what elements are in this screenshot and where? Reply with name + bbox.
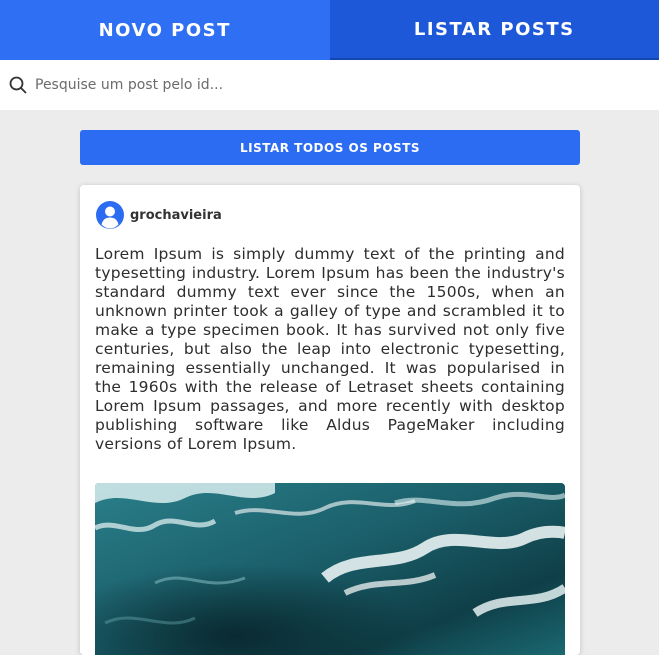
search-bar	[0, 60, 659, 110]
author-name[interactable]: grochavieira	[130, 208, 222, 223]
search-icon	[9, 76, 27, 94]
tab-bar: NOVO POST LISTAR POSTS	[0, 0, 659, 60]
tab-new-post[interactable]: NOVO POST	[0, 0, 330, 60]
post-image	[95, 483, 565, 655]
search-input[interactable]	[35, 77, 635, 93]
post-card: grochavieira Lorem Ipsum is simply dummy…	[80, 185, 580, 655]
list-all-posts-button[interactable]: LISTAR TODOS OS POSTS	[80, 130, 580, 165]
user-circle-icon	[95, 200, 125, 230]
post-text: Lorem Ipsum is simply dummy text of the …	[95, 245, 565, 454]
post-author: grochavieira	[95, 200, 222, 230]
tab-list-posts[interactable]: LISTAR POSTS	[330, 0, 659, 60]
